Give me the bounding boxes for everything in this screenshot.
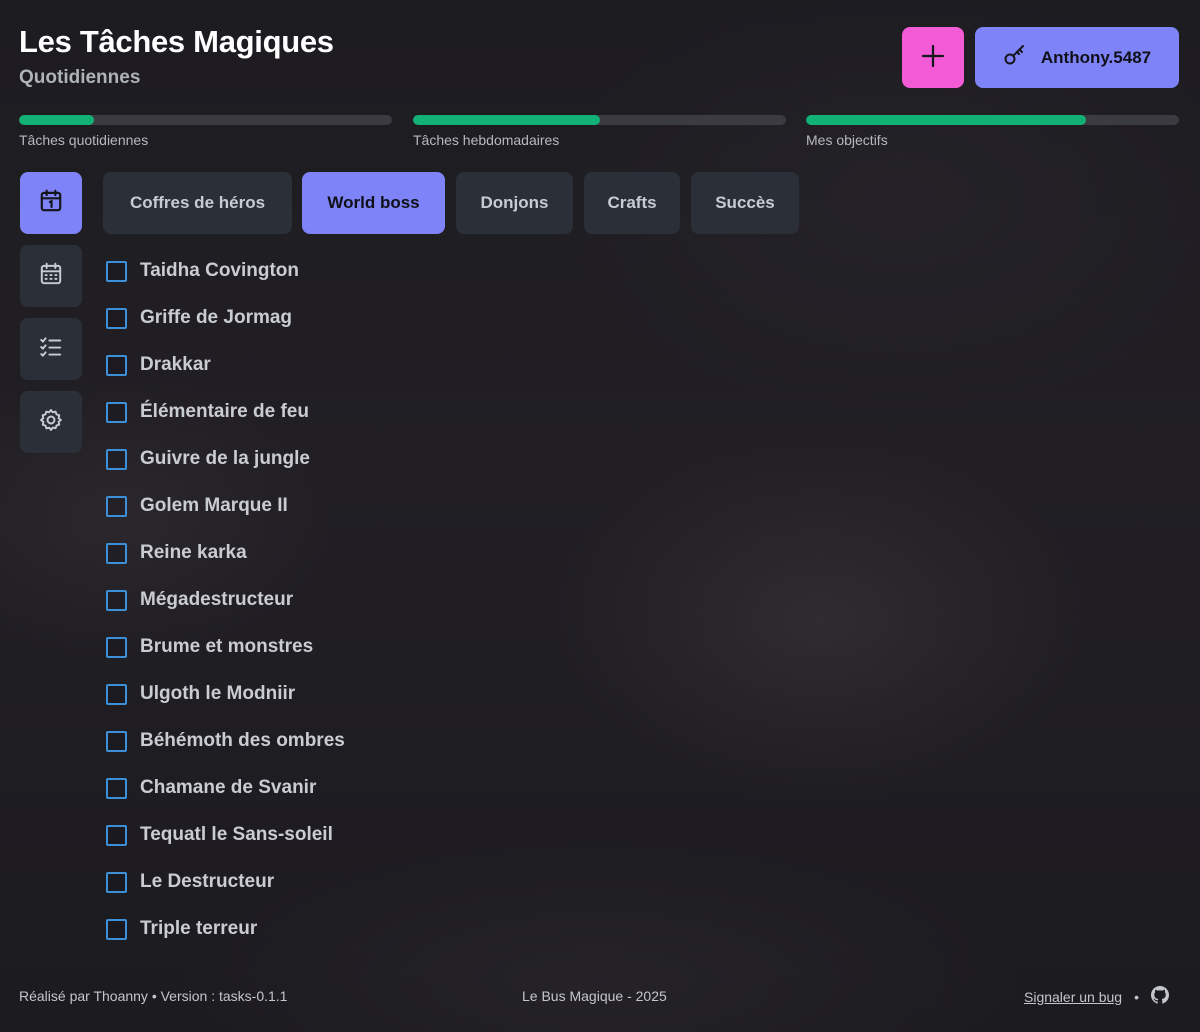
sidebar-item-objectives[interactable] <box>20 318 82 380</box>
page-title: Les Tâches Magiques <box>19 24 334 59</box>
task-item[interactable]: Mégadestructeur <box>106 587 293 613</box>
task-item[interactable]: Reine karka <box>106 540 247 566</box>
task-item[interactable]: Taidha Covington <box>106 258 299 284</box>
task-label: Triple terreur <box>140 918 258 939</box>
task-item[interactable]: Chamane de Svanir <box>106 775 316 801</box>
task-checkbox[interactable] <box>106 354 127 376</box>
task-checkbox[interactable] <box>106 448 127 470</box>
footer-links: Signaler un bug • <box>1024 986 1169 1007</box>
task-item[interactable]: Béhémoth des ombres <box>106 728 345 754</box>
plus-icon <box>921 44 945 71</box>
task-item[interactable]: Drakkar <box>106 352 211 378</box>
task-checkbox[interactable] <box>106 542 127 564</box>
task-checkbox[interactable] <box>106 777 127 799</box>
task-item[interactable]: Brume et monstres <box>106 634 313 660</box>
settings-gear-icon <box>38 407 64 438</box>
task-label: Guivre de la jungle <box>140 448 310 469</box>
user-account-button[interactable]: Anthony.5487 <box>975 27 1179 88</box>
task-checkbox[interactable] <box>106 683 127 705</box>
task-label: Tequatl le Sans-soleil <box>140 824 333 845</box>
task-label: Brume et monstres <box>140 636 314 657</box>
task-label: Golem Marque II <box>140 495 288 516</box>
task-item[interactable]: Tequatl le Sans-soleil <box>106 822 333 848</box>
task-checkbox[interactable] <box>106 307 127 329</box>
sidebar-item-weekly[interactable] <box>20 245 82 307</box>
task-item[interactable]: Ulgoth le Modniir <box>106 681 295 707</box>
footer-center-text: Le Bus Magique - 2025 <box>522 988 667 1004</box>
progress-objectives: Mes objectifs <box>806 115 1179 148</box>
progress-weekly-label: Tâches hebdomadaires <box>413 132 560 148</box>
progress-objectives-fill <box>806 115 1086 125</box>
progress-weekly: Tâches hebdomadaires <box>413 115 786 148</box>
key-icon <box>1003 43 1027 72</box>
task-checkbox[interactable] <box>106 871 127 893</box>
progress-daily-label: Tâches quotidiennes <box>19 132 149 148</box>
task-item[interactable]: Golem Marque II <box>106 493 288 519</box>
footer-credits: Réalisé par Thoanny • Version : tasks-0.… <box>19 988 288 1004</box>
task-checkbox[interactable] <box>106 401 127 423</box>
task-checkbox[interactable] <box>106 730 127 752</box>
progress-weekly-fill <box>413 115 600 125</box>
task-checkbox[interactable] <box>106 589 127 611</box>
task-checkbox[interactable] <box>106 636 127 658</box>
task-label: Reine karka <box>140 542 247 563</box>
task-item[interactable]: Élémentaire de feu <box>106 399 309 425</box>
progress-objectives-label: Mes objectifs <box>806 132 888 148</box>
progress-daily-fill <box>19 115 94 125</box>
tab-crafts[interactable]: Crafts <box>584 172 680 234</box>
page-subtitle: Quotidiennes <box>19 67 141 88</box>
sidebar-item-daily[interactable] <box>20 172 82 234</box>
task-label: Mégadestructeur <box>140 589 294 610</box>
task-checkbox[interactable] <box>106 824 127 846</box>
footer-separator: • <box>1134 988 1139 1005</box>
tab-succes[interactable]: Succès <box>691 172 799 234</box>
tab-coffres-de-heros[interactable]: Coffres de héros <box>103 172 292 234</box>
checklist-icon <box>38 334 64 365</box>
task-item[interactable]: Triple terreur <box>106 916 257 942</box>
report-bug-link[interactable]: Signaler un bug <box>1024 989 1122 1005</box>
task-item[interactable]: Guivre de la jungle <box>106 446 310 472</box>
task-item[interactable]: Le Destructeur <box>106 869 274 895</box>
calendar-day-icon <box>38 188 64 219</box>
add-button[interactable] <box>902 27 964 88</box>
task-label: Chamane de Svanir <box>140 777 317 798</box>
sidebar-item-settings[interactable] <box>20 391 82 453</box>
tab-world-boss[interactable]: World boss <box>302 172 445 234</box>
tab-donjons[interactable]: Donjons <box>456 172 573 234</box>
task-label: Taidha Covington <box>140 260 300 281</box>
github-icon[interactable] <box>1150 986 1169 1007</box>
task-label: Béhémoth des ombres <box>140 730 345 751</box>
task-checkbox[interactable] <box>106 495 127 517</box>
task-label: Ulgoth le Modniir <box>140 683 296 704</box>
calendar-week-icon <box>38 261 64 292</box>
task-label: Le Destructeur <box>140 871 275 892</box>
user-name: Anthony.5487 <box>1040 47 1152 67</box>
task-checkbox[interactable] <box>106 918 127 940</box>
task-label: Griffe de Jormag <box>140 307 293 328</box>
progress-daily: Tâches quotidiennes <box>19 115 392 148</box>
task-label: Élémentaire de feu <box>140 401 309 422</box>
task-checkbox[interactable] <box>106 260 127 282</box>
task-label: Drakkar <box>140 354 211 375</box>
task-item[interactable]: Griffe de Jormag <box>106 305 292 331</box>
